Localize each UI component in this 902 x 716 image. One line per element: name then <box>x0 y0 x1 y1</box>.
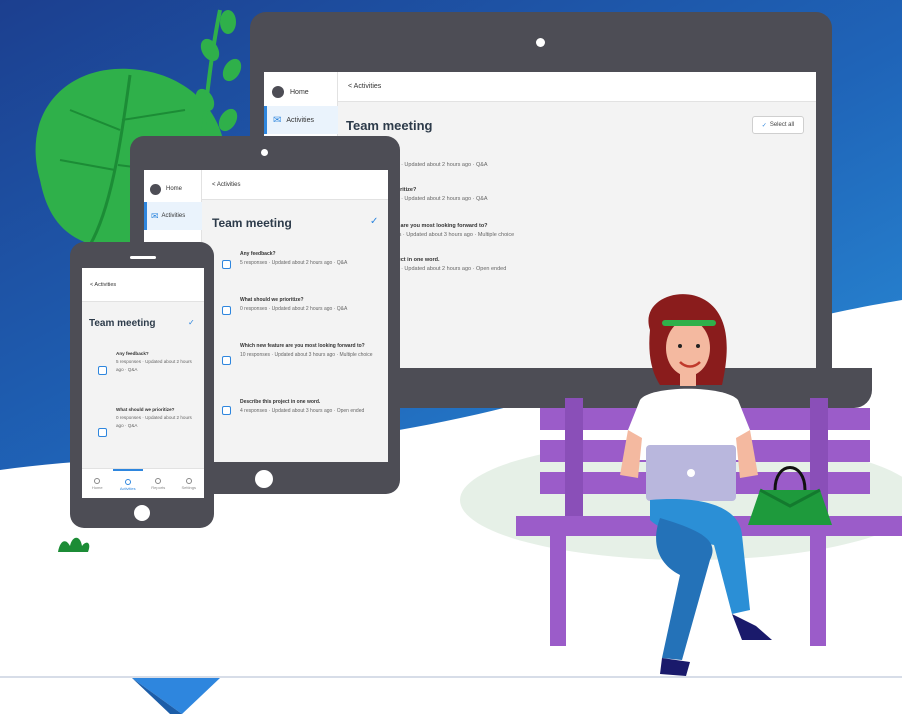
item-meta: 5 responses · Updated about 2 hours ago … <box>240 259 348 266</box>
nav-activities-label: Activities <box>161 213 186 219</box>
chevron-down-icon[interactable] <box>130 676 230 716</box>
nav-activities-label: Activities <box>286 116 315 124</box>
tab-settings[interactable]: Settings <box>174 469 205 498</box>
home-icon <box>94 477 101 484</box>
breadcrumb-text: < Activities <box>348 83 382 90</box>
breadcrumb-text: < Activities <box>90 281 117 288</box>
page-title: Team meeting <box>346 118 433 133</box>
item-question: Any feedback? <box>240 251 276 257</box>
select-all-button[interactable]: ✓ Select all <box>752 116 804 134</box>
nav-home-label: Home <box>166 186 183 192</box>
item-checkbox[interactable] <box>222 406 231 415</box>
nav-home-label: Home <box>290 88 309 96</box>
tablet-camera <box>261 149 268 156</box>
item-checkbox[interactable] <box>222 306 231 315</box>
chat-icon: ✉ <box>151 210 159 221</box>
tablet-home-button <box>255 470 273 488</box>
phone-screen: < Activities Team meeting ✓ Any feedback… <box>82 268 204 498</box>
breadcrumb-text: < Activities <box>212 181 241 188</box>
illustration-scene: Home ✉ Activities < Activities Team meet… <box>0 0 902 716</box>
tab-activities[interactable]: Activities <box>112 469 143 498</box>
item-checkbox[interactable] <box>98 366 107 375</box>
phone-speaker <box>130 256 156 259</box>
page-title: Team meeting <box>212 216 292 230</box>
laptop-breadcrumb[interactable]: < Activities <box>338 72 816 102</box>
tab-reports[interactable]: Reports <box>143 469 174 498</box>
gear-icon <box>185 477 192 484</box>
avatar <box>150 183 161 195</box>
laptop-camera <box>536 38 545 47</box>
item-question: Any feedback? <box>116 351 149 356</box>
avatar <box>272 86 284 98</box>
phone-breadcrumb[interactable]: < Activities <box>82 268 204 302</box>
tab-label: Reports <box>151 484 166 490</box>
item-question: Which new feature are you most looking f… <box>240 343 365 349</box>
phone-home-button <box>134 505 150 521</box>
document-icon <box>155 477 162 484</box>
check-icon: ✓ <box>761 122 767 129</box>
item-meta: 4 responses · Updated about 3 hours ago … <box>240 407 365 414</box>
list-item[interactable]: Which new feature are you most looking f… <box>240 342 380 359</box>
check-icon[interactable]: ✓ <box>370 216 378 227</box>
chat-icon <box>124 478 131 485</box>
list-item[interactable]: What should we prioritize? 0 responses ·… <box>116 406 196 430</box>
list-item[interactable]: What should we prioritize? 0 responses ·… <box>240 296 380 313</box>
item-question: What should we prioritize? <box>240 297 304 303</box>
page-title: Team meeting <box>89 318 156 329</box>
item-meta: 10 responses · Updated about 3 hours ago… <box>240 351 373 358</box>
tablet-nav-home[interactable]: Home <box>144 176 182 202</box>
laptop-nav-home[interactable]: Home <box>264 78 309 106</box>
item-meta: 0 responses · Updated about 2 hours ago … <box>116 415 192 428</box>
laptop-nav-activities[interactable]: ✉ Activities <box>264 106 338 134</box>
item-question: Describe this project in one word. <box>240 399 321 405</box>
tablet-breadcrumb[interactable]: < Activities <box>202 170 388 200</box>
tab-label: Home <box>91 484 103 490</box>
chat-icon: ✉ <box>273 114 282 126</box>
phone-tabbar: Home Activities Reports Settings <box>82 468 204 498</box>
tab-label: Activities <box>119 485 136 491</box>
check-icon[interactable]: ✓ <box>188 318 195 327</box>
item-meta: 5 responses · Updated about 2 hours ago … <box>116 359 192 372</box>
tab-label: Settings <box>181 484 196 490</box>
tab-home[interactable]: Home <box>82 469 113 498</box>
woman-on-bench-illustration <box>516 294 902 676</box>
item-question: What should we prioritize? <box>116 407 175 412</box>
item-meta: 0 responses · Updated about 2 hours ago … <box>240 305 348 312</box>
item-checkbox[interactable] <box>222 356 231 365</box>
select-all-label: Select all <box>769 122 795 128</box>
item-checkbox[interactable] <box>222 260 231 269</box>
list-item[interactable]: Describe this project in one word. 4 res… <box>240 398 380 415</box>
tablet-nav-activities[interactable]: ✉ Activities <box>144 202 202 230</box>
list-item[interactable]: Any feedback? 5 responses · Updated abou… <box>116 350 196 374</box>
item-checkbox[interactable] <box>98 428 107 437</box>
list-item[interactable]: Any feedback? 5 responses · Updated abou… <box>240 250 380 267</box>
